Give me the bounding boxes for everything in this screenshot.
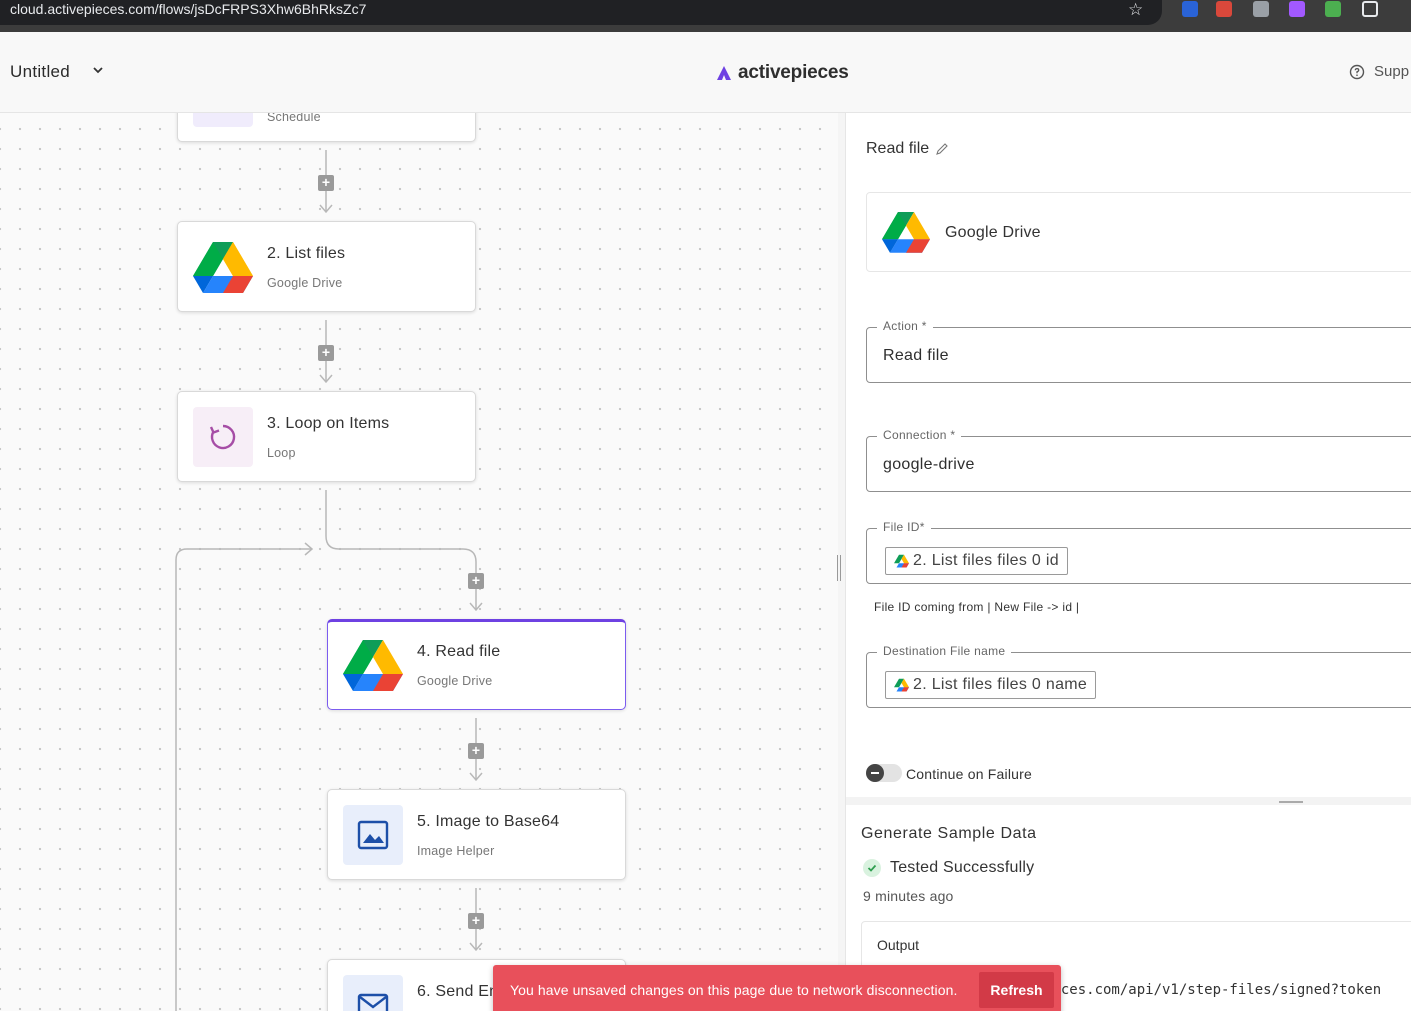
step-title: 6. Send Em [417,983,503,1000]
google-drive-icon [343,635,403,695]
check-circle-icon [863,859,881,877]
brand-name: activepieces [738,62,849,83]
step-settings-panel: Read file Google Drive Action * Read fil… [845,113,1411,1011]
connection-label: Connection * [877,428,962,442]
output-label: Output [877,937,920,953]
file-id-field[interactable]: File ID* 2. List files files 0 id [866,520,1411,584]
help-circle-icon [1349,64,1365,79]
mail-icon [343,975,403,1011]
file-id-chip[interactable]: 2. List files files 0 id [885,547,1068,575]
step-subtitle: Image Helper [417,844,495,858]
activepieces-logo-icon [717,66,731,80]
browser-toolbar: cloud.activepieces.com/flows/jsDcFRPS3Xh… [0,0,1411,32]
test-status-text: Tested Successfully [890,859,1035,876]
toast-message: You have unsaved changes on this page du… [510,982,958,998]
google-drive-icon [894,678,909,692]
app-header: Untitled activepieces Supp [0,32,1411,113]
piece-card: Google Drive [866,192,1411,272]
piece-name: Google Drive [945,224,1041,241]
extension-icon[interactable] [1289,1,1305,17]
step-subtitle: Loop [267,446,296,460]
google-drive-icon [894,554,909,568]
test-timestamp: 9 minutes ago [863,888,954,904]
action-value: Read file [883,347,949,364]
continue-on-failure-toggle[interactable] [866,764,902,782]
google-drive-icon [882,210,930,259]
google-drive-icon [193,237,253,297]
file-id-label: File ID* [877,520,931,534]
panel-title-text[interactable]: Read file [866,140,929,158]
step-title: 2. List files [267,245,346,262]
step-subtitle: Google Drive [267,276,343,290]
step-title: 3. Loop on Items [267,415,390,432]
file-id-hint: File ID coming from | New File -> id | [874,600,1080,614]
add-step-button[interactable]: + [468,913,484,929]
step-title: 4. Read file [417,643,501,660]
generate-sample-data-title: Generate Sample Data [861,825,1037,842]
step-card-read-file[interactable]: 4. Read file Google Drive [327,619,626,710]
destination-chip[interactable]: 2. List files files 0 name [885,671,1097,699]
add-step-button[interactable]: + [468,573,484,589]
loop-icon [193,407,253,467]
flow-name[interactable]: Untitled [10,62,70,82]
action-label: Action * [877,319,933,333]
destination-chip-text: 2. List files files 0 name [913,676,1088,693]
add-step-button[interactable]: + [468,743,484,759]
network-disconnection-toast: You have unsaved changes on this page du… [493,965,1061,1011]
destination-file-name-field[interactable]: Destination File name 2. List files file… [866,644,1411,708]
continue-on-failure-label: Continue on Failure [906,766,1032,782]
file-id-chip-text: 2. List files files 0 id [913,552,1059,569]
step-card-schedule[interactable]: Schedule [177,113,476,142]
test-status: Tested Successfully [863,859,1034,877]
step-subtitle: Schedule [267,113,321,124]
url-text[interactable]: cloud.activepieces.com/flows/jsDcFRPS3Xh… [10,1,366,17]
flow-canvas[interactable]: + + + + + Schedule 2. List files Google … [0,113,838,1011]
chevron-down-icon[interactable] [90,62,106,78]
schedule-icon [193,113,253,127]
step-card-loop[interactable]: 3. Loop on Items Loop [177,391,476,482]
panel-resize-handle[interactable] [837,555,841,581]
connection-select[interactable]: Connection * google-drive [866,428,1411,492]
support-link[interactable]: Supp [1349,63,1409,80]
step-title: 5. Image to Base64 [417,813,560,830]
toggle-knob [866,764,884,782]
image-icon [343,805,403,865]
section-resize-handle[interactable] [1279,801,1303,803]
extension-icon[interactable] [1253,1,1269,17]
extensions-puzzle-icon[interactable] [1362,1,1378,17]
panel-title: Read file [866,140,949,158]
extension-icon[interactable] [1325,1,1341,17]
support-label: Supp [1374,63,1410,80]
refresh-button[interactable]: Refresh [979,972,1054,1008]
action-select[interactable]: Action * Read file [866,319,1411,383]
step-subtitle: Google Drive [417,674,493,688]
add-step-button[interactable]: + [318,175,334,191]
pencil-icon[interactable] [935,142,949,156]
extension-icon[interactable] [1216,1,1232,17]
step-card-list-files[interactable]: 2. List files Google Drive [177,221,476,312]
address-bar[interactable]: cloud.activepieces.com/flows/jsDcFRPS3Xh… [0,0,1162,25]
brand-logo: activepieces [715,62,849,84]
connection-value: google-drive [883,456,975,473]
bookmark-star-icon[interactable]: ☆ [1128,0,1143,20]
step-card-image-to-base64[interactable]: 5. Image to Base64 Image Helper [327,789,626,880]
destination-label: Destination File name [877,644,1012,658]
extension-icon[interactable] [1182,1,1198,17]
add-step-button[interactable]: + [318,345,334,361]
section-separator [846,797,1411,805]
